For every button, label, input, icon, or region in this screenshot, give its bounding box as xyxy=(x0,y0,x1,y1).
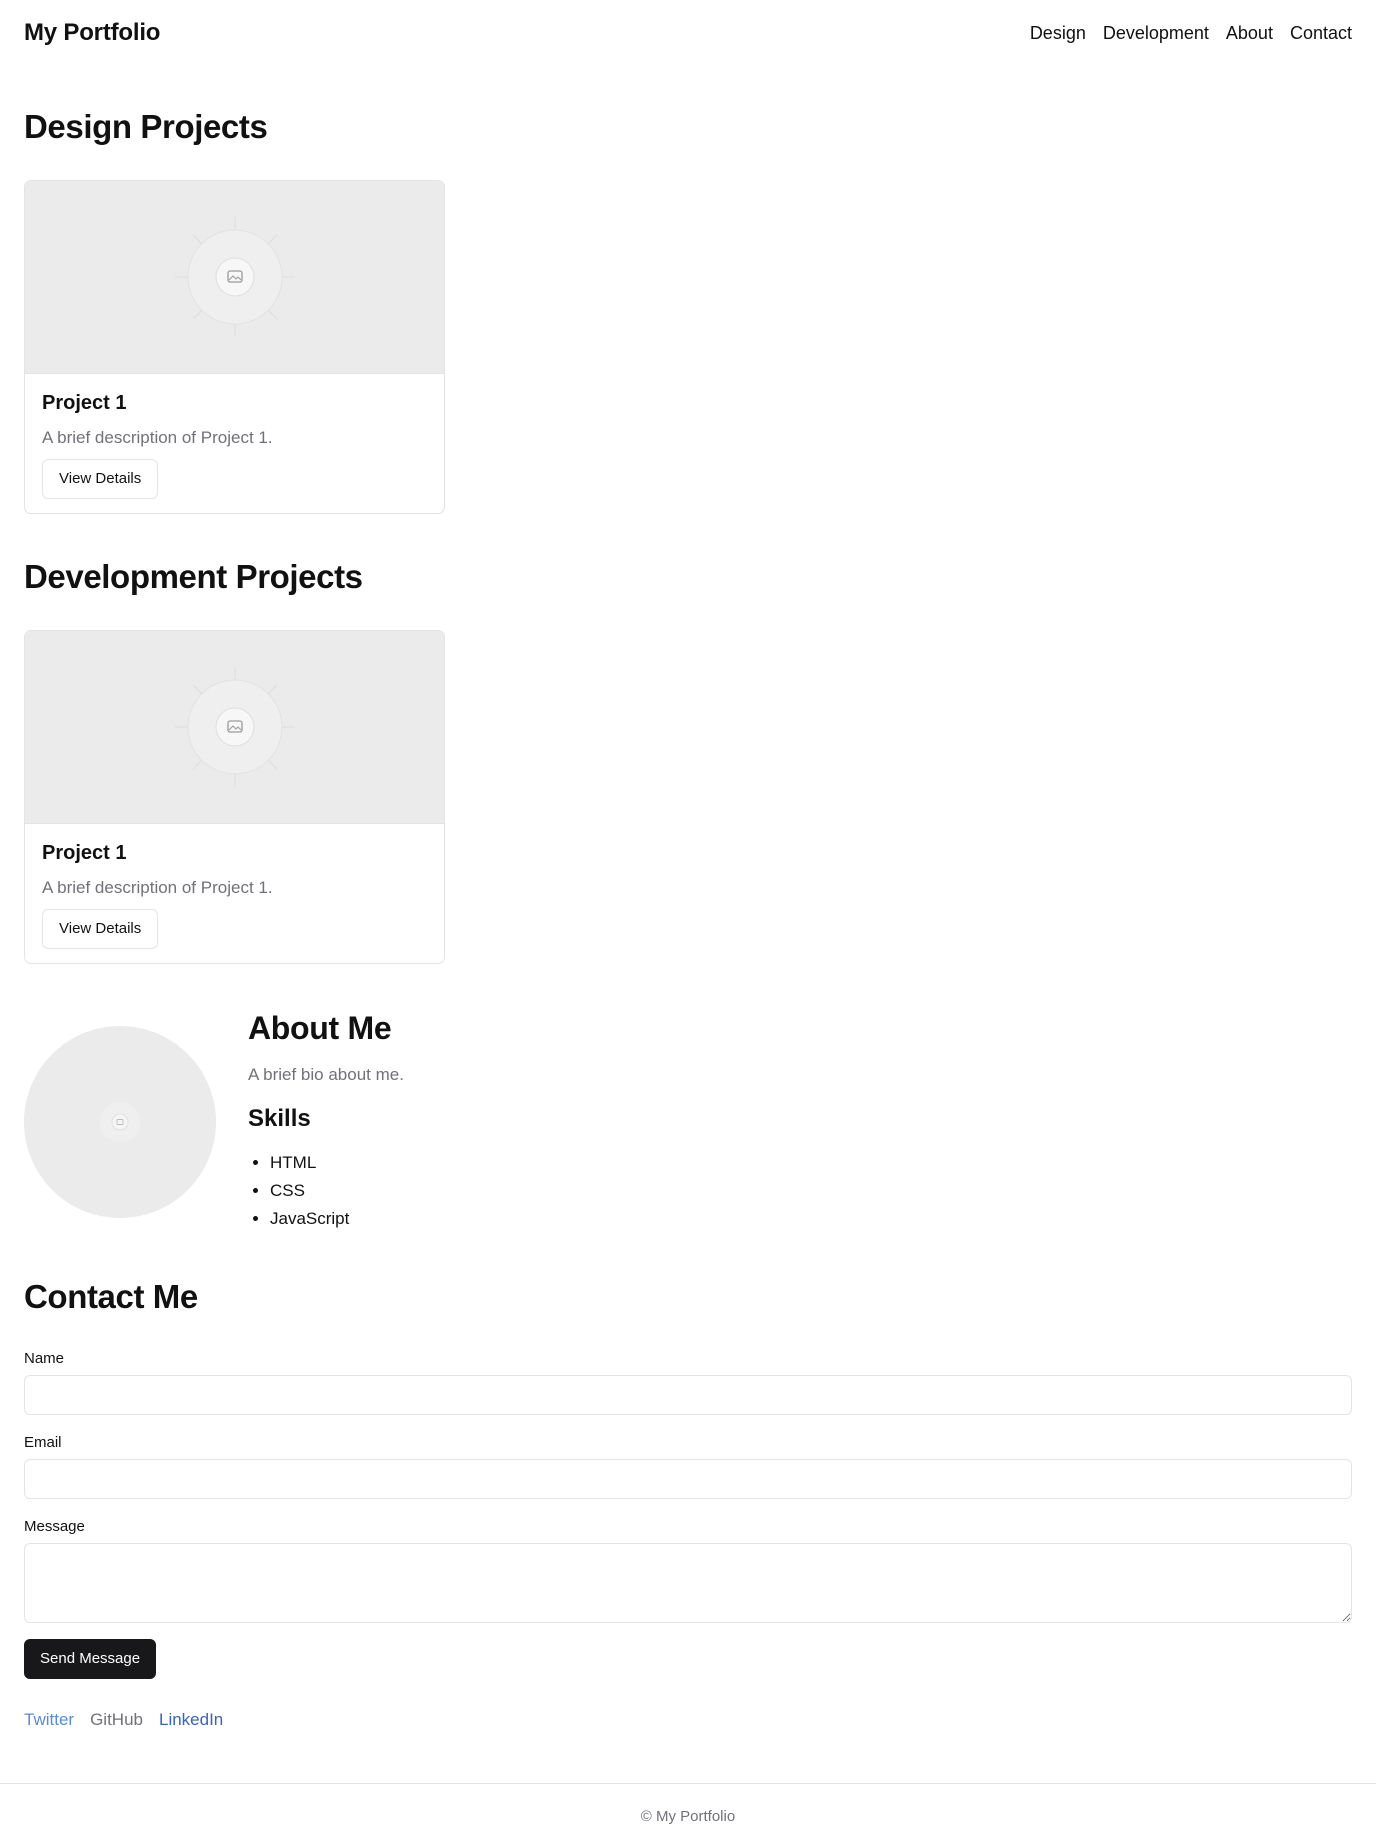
email-label: Email xyxy=(24,1434,62,1451)
nav-link-about[interactable]: About xyxy=(1226,23,1273,44)
design-project-card: Project 1 A brief description of Project… xyxy=(24,180,445,514)
about-section: About Me A brief bio about me. Skills HT… xyxy=(248,1010,848,1233)
linkedin-link[interactable]: LinkedIn xyxy=(159,1710,223,1730)
image-placeholder-icon xyxy=(174,217,295,337)
contact-form: Name Email Message Send Message xyxy=(24,1350,1352,1679)
project-image-placeholder xyxy=(25,181,444,374)
about-title: About Me xyxy=(248,1010,392,1046)
nav-link-contact[interactable]: Contact xyxy=(1290,23,1352,44)
site-logo[interactable]: My Portfolio xyxy=(24,19,160,47)
avatar-placeholder-icon xyxy=(100,1102,140,1142)
project-title: Project 1 xyxy=(42,842,127,864)
skills-list: HTML CSS JavaScript xyxy=(248,1149,848,1233)
social-links: Twitter GitHub LinkedIn xyxy=(24,1710,223,1730)
project-description: A brief description of Project 1. xyxy=(42,878,273,897)
twitter-link[interactable]: Twitter xyxy=(24,1710,74,1730)
skill-item: CSS xyxy=(270,1177,848,1205)
name-label: Name xyxy=(24,1350,65,1367)
contact-section-title: Contact Me xyxy=(24,1278,198,1315)
about-bio: A brief bio about me. xyxy=(248,1065,404,1084)
send-message-button[interactable]: Send Message xyxy=(24,1639,157,1679)
design-section-title: Design Projects xyxy=(24,108,268,145)
card-body: Project 1 A brief description of Project… xyxy=(25,374,444,499)
nav-link-development[interactable]: Development xyxy=(1103,23,1209,44)
skill-item: HTML xyxy=(270,1149,848,1177)
image-placeholder-icon xyxy=(174,667,295,787)
skills-title: Skills xyxy=(248,1105,311,1132)
email-input[interactable] xyxy=(24,1459,1352,1499)
footer-copyright: © My Portfolio xyxy=(640,1807,736,1825)
main-nav: Design Development About Contact xyxy=(1030,23,1352,44)
view-details-button[interactable]: View Details xyxy=(42,909,159,949)
name-input[interactable] xyxy=(24,1375,1352,1415)
message-textarea[interactable] xyxy=(24,1543,1352,1623)
site-footer: © My Portfolio xyxy=(0,1783,1376,1848)
view-details-button[interactable]: View Details xyxy=(42,459,159,499)
development-section-title: Development Projects xyxy=(24,558,363,595)
project-title: Project 1 xyxy=(42,392,127,414)
development-project-card: Project 1 A brief description of Project… xyxy=(24,630,445,964)
site-header: My Portfolio Design Development About Co… xyxy=(0,0,1376,66)
card-body: Project 1 A brief description of Project… xyxy=(25,824,444,949)
project-description: A brief description of Project 1. xyxy=(42,428,273,447)
github-link[interactable]: GitHub xyxy=(90,1710,143,1730)
project-image-placeholder xyxy=(25,631,444,824)
avatar xyxy=(24,1026,216,1218)
nav-link-design[interactable]: Design xyxy=(1030,23,1086,44)
message-label: Message xyxy=(24,1518,85,1535)
skill-item: JavaScript xyxy=(270,1205,848,1233)
portfolio-page: My Portfolio Design Development About Co… xyxy=(0,0,1376,1848)
